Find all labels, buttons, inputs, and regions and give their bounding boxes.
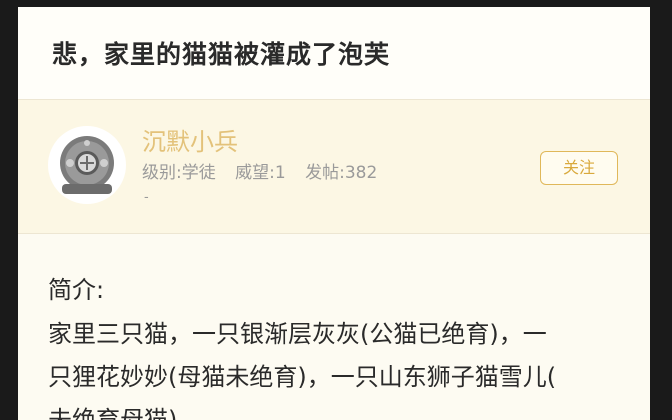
follow-button[interactable]: 关注 xyxy=(540,151,618,185)
top-bar xyxy=(0,0,672,7)
author-card: 沉默小兵 级别:学徒 威望:1 发帖:382 - 关注 xyxy=(18,100,650,234)
author-extra: - xyxy=(144,190,149,205)
post-body: 简介: 家里三只猫，一只银渐层灰灰(公猫已绝育)，一 只狸花妙妙(母猫未绝育)，… xyxy=(18,234,650,420)
author-meta: 级别:学徒 威望:1 发帖:382 xyxy=(142,158,391,183)
avatar[interactable] xyxy=(48,126,126,204)
post-title: 悲，家里的猫猫被灌成了泡芙 xyxy=(52,40,391,69)
author-name[interactable]: 沉默小兵 xyxy=(142,122,238,157)
diving-helmet-icon xyxy=(49,127,125,203)
author-reputation: 威望:1 xyxy=(235,163,286,183)
post-panel: 悲，家里的猫猫被灌成了泡芙 沉默小兵 级别:学徒 威望:1 发帖:382 - 关… xyxy=(18,7,650,420)
intro-label: 简介: xyxy=(48,276,105,304)
body-line: 家里三只猫，一只银渐层灰灰(公猫已绝育)，一 xyxy=(48,320,547,348)
post-title-row: 悲，家里的猫猫被灌成了泡芙 xyxy=(18,7,650,100)
screen: 悲，家里的猫猫被灌成了泡芙 沉默小兵 级别:学徒 威望:1 发帖:382 - 关… xyxy=(0,0,672,420)
body-line: 未绝育母猫)。 xyxy=(48,406,202,420)
author-post-count: 发帖:382 xyxy=(305,163,378,183)
author-level: 级别:学徒 xyxy=(142,163,216,183)
body-line: 只狸花妙妙(母猫未绝育)，一只山东狮子猫雪儿( xyxy=(48,363,557,391)
